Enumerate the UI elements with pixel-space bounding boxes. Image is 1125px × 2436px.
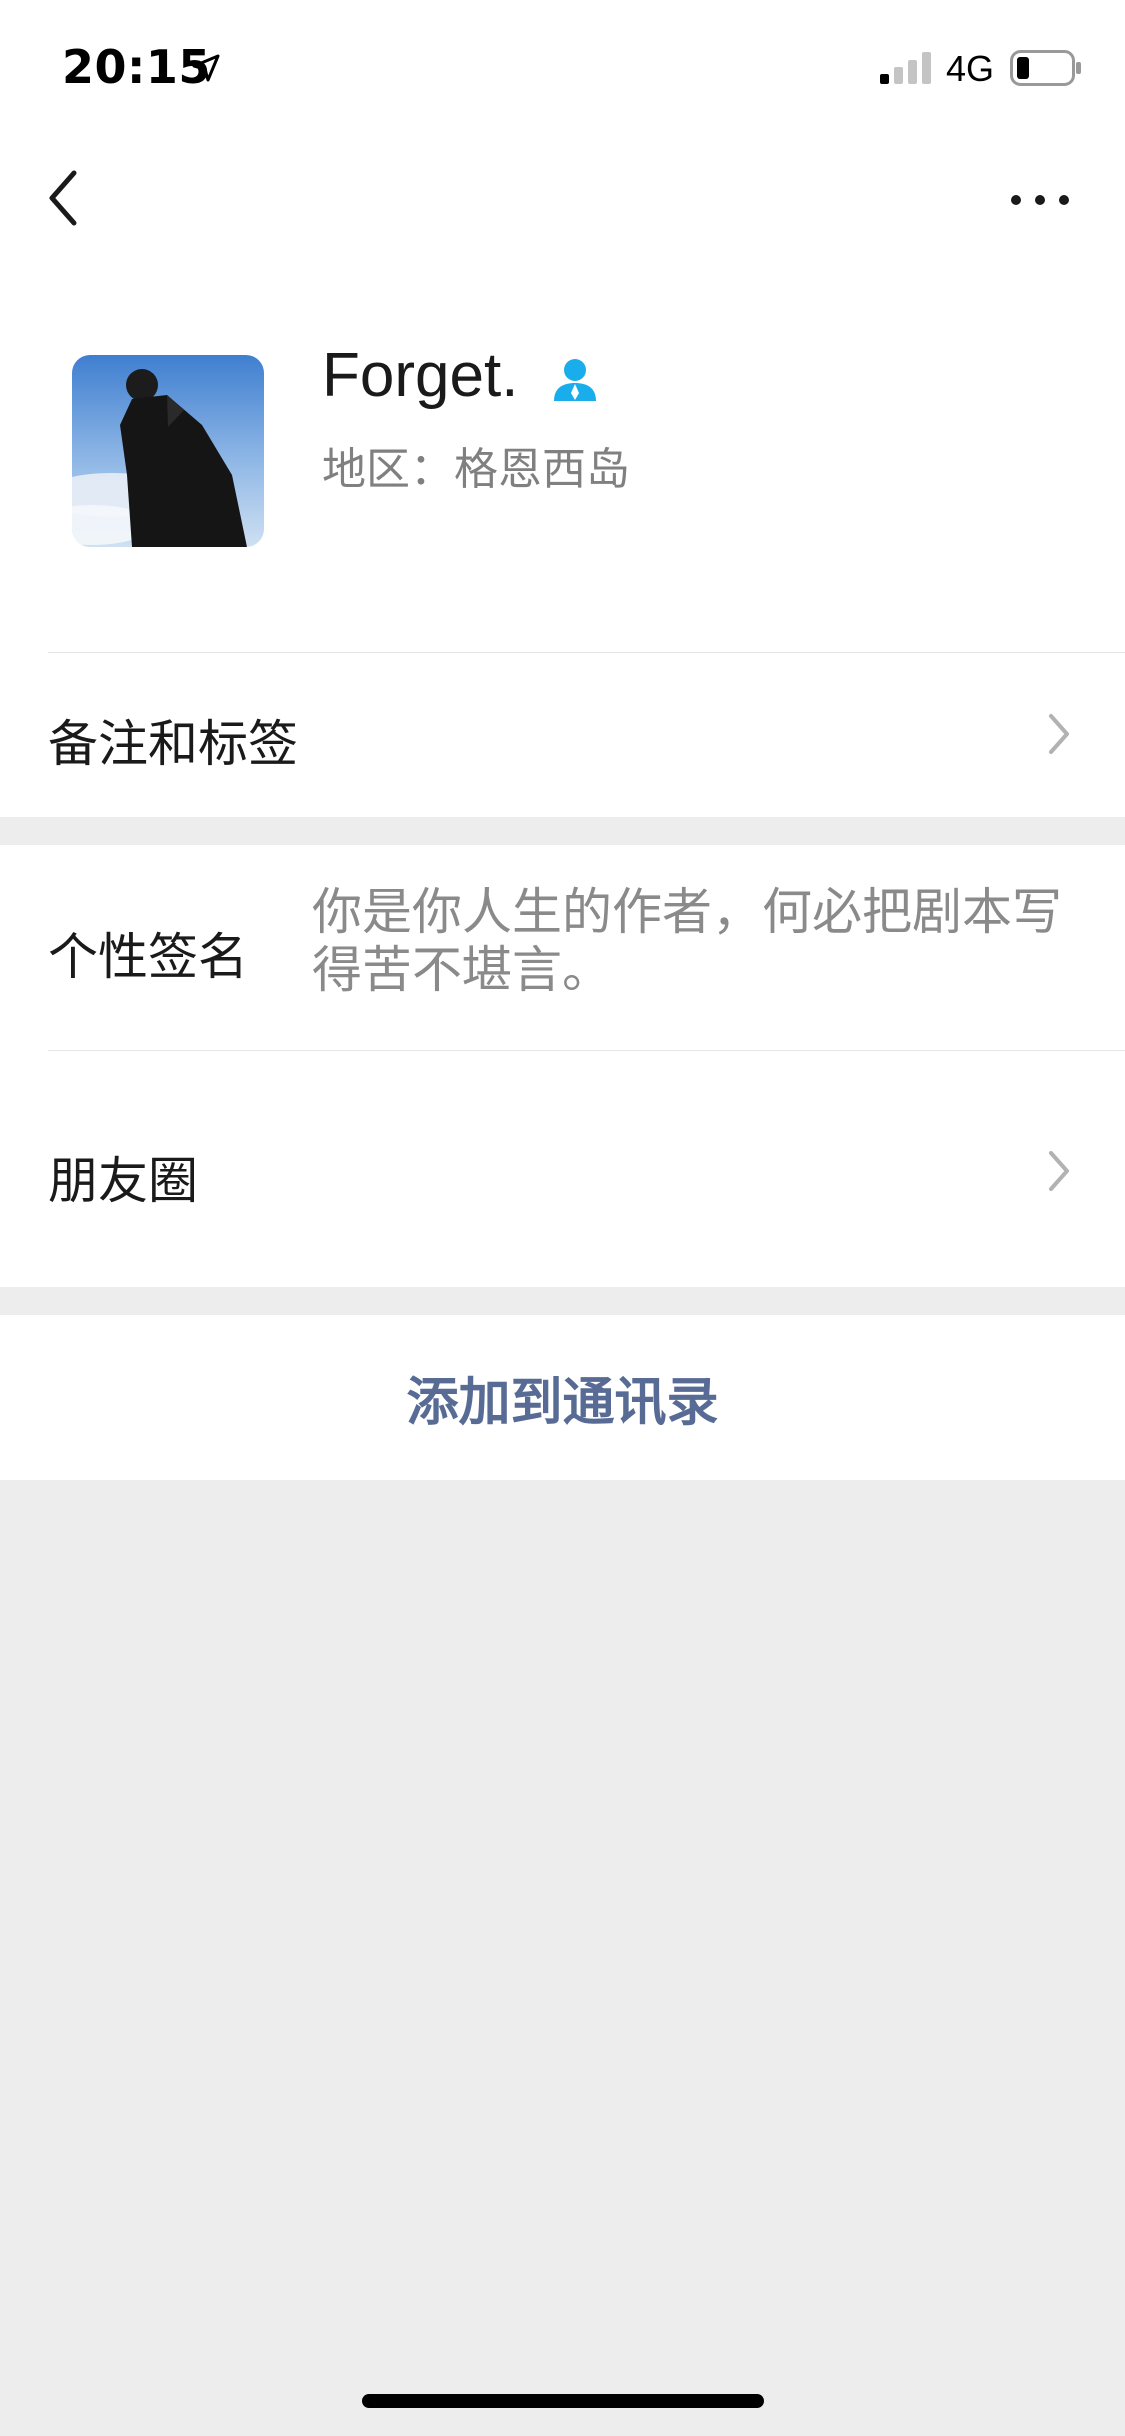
- navigation-bar: [0, 135, 1125, 265]
- add-to-contacts-button[interactable]: 添加到通讯录: [0, 1315, 1125, 1480]
- moments-label: 朋友圈: [48, 1152, 198, 1210]
- network-type: 4G: [946, 48, 995, 89]
- more-dots-icon[interactable]: [1010, 185, 1070, 215]
- signal-bars-icon: [880, 52, 931, 84]
- add-contact-section: 添加到通讯录: [0, 1315, 1125, 1480]
- avatar[interactable]: [72, 355, 264, 547]
- location-arrow-icon: [192, 54, 220, 82]
- status-bar: 20:15 4G: [0, 0, 1125, 135]
- remarks-tags-row[interactable]: 备注和标签: [0, 652, 1125, 817]
- chevron-right-icon: [1049, 714, 1069, 754]
- info-section: 个性签名 你是你人生的作者，何必把剧本写得苦不堪言。 朋友圈: [0, 845, 1125, 1287]
- contact-profile-screen: 20:15 4G Forget. 地区：格恩西岛 备注和标签 个性签名 你是你人…: [0, 0, 1125, 2436]
- remarks-tags-label: 备注和标签: [48, 715, 298, 773]
- status-time: 20:15: [62, 40, 211, 94]
- back-chevron-icon[interactable]: [40, 165, 100, 231]
- signature-row: 个性签名 你是你人生的作者，何必把剧本写得苦不堪言。: [0, 845, 1125, 1050]
- home-indicator[interactable]: [362, 2394, 764, 2408]
- divider: [48, 652, 1125, 653]
- male-person-icon: [554, 359, 596, 401]
- signature-text: 你是你人生的作者，何必把剧本写得苦不堪言。: [312, 883, 1062, 999]
- profile-header: Forget. 地区：格恩西岛: [0, 265, 1125, 652]
- region-text: 地区：格恩西岛: [322, 444, 630, 495]
- chevron-right-icon: [1049, 1151, 1069, 1191]
- signature-label: 个性签名: [48, 928, 248, 986]
- battery-icon: [1010, 50, 1081, 86]
- moments-row[interactable]: 朋友圈: [0, 1051, 1125, 1287]
- profile-name: Forget.: [322, 341, 519, 410]
